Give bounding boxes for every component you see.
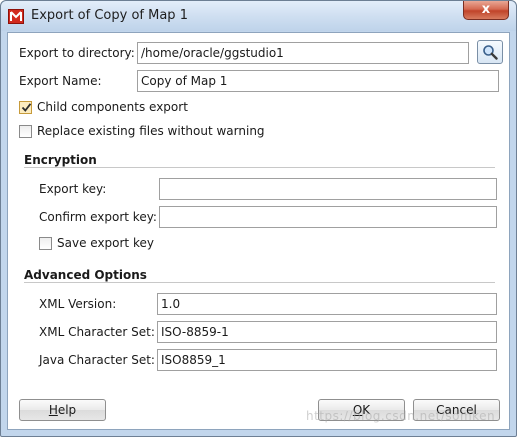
close-icon: x [481, 2, 491, 17]
export-name-input[interactable] [137, 70, 499, 92]
export-name-label: Export Name: [19, 74, 102, 88]
window-title: Export of Copy of Map 1 [31, 8, 188, 23]
replace-files-checkbox[interactable] [19, 125, 32, 138]
watermark-text: https://blog.csdn.net/somken [306, 409, 496, 423]
advanced-section-title: Advanced Options [24, 268, 147, 282]
child-components-checkbox[interactable] [19, 101, 32, 114]
export-dialog: Export of Copy of Map 1 x Export to dire… [0, 0, 517, 437]
child-components-label: Child components export [37, 100, 188, 114]
dialog-body: Export to directory: Export Name: Child … [7, 32, 510, 430]
encryption-section-title: Encryption [24, 153, 97, 167]
help-button[interactable]: Help [19, 399, 106, 421]
checkmark-icon [21, 103, 32, 112]
xml-version-label: XML Version: [39, 297, 117, 311]
browse-button[interactable] [477, 40, 503, 64]
magnifier-icon [483, 45, 498, 60]
export-key-input[interactable] [159, 178, 497, 200]
java-charset-label: Java Character Set: [39, 353, 155, 367]
export-dir-label: Export to directory: [19, 46, 135, 60]
xml-charset-input[interactable] [157, 321, 497, 343]
save-key-label: Save export key [57, 236, 154, 250]
close-button[interactable]: x [463, 1, 509, 20]
replace-files-label: Replace existing files without warning [37, 124, 265, 138]
advanced-divider [24, 282, 495, 283]
xml-charset-label: XML Character Set: [39, 325, 155, 339]
xml-version-input[interactable] [157, 293, 497, 315]
confirm-key-label: Confirm export key: [39, 210, 157, 224]
app-icon [8, 9, 24, 24]
save-key-checkbox[interactable] [39, 237, 52, 250]
java-charset-input[interactable] [157, 349, 497, 371]
help-label: elp [57, 403, 77, 417]
export-dir-input[interactable] [137, 42, 469, 64]
confirm-key-input[interactable] [159, 206, 497, 228]
export-key-label: Export key: [39, 182, 107, 196]
title-bar[interactable]: Export of Copy of Map 1 x [1, 1, 516, 31]
encryption-divider [24, 167, 495, 168]
help-mnemonic: H [48, 403, 58, 417]
